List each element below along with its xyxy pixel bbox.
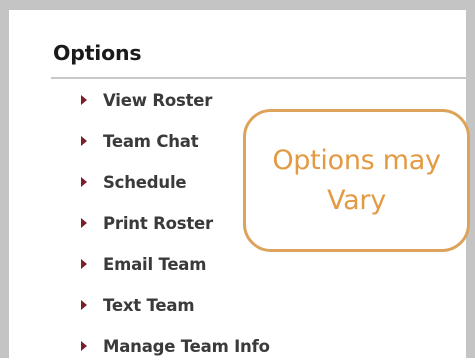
callout-text-line-1: Options may	[272, 144, 441, 176]
option-label[interactable]: Manage Team Info	[103, 337, 270, 356]
triangle-right-icon	[81, 177, 87, 187]
option-manage-team-info[interactable]: Manage Team Info	[81, 332, 270, 360]
triangle-right-icon	[81, 300, 87, 310]
options-may-vary-callout: Options may Vary	[243, 109, 470, 252]
triangle-right-icon	[81, 218, 87, 228]
options-heading: Options	[53, 41, 142, 65]
triangle-right-icon	[81, 259, 87, 269]
option-label[interactable]: Email Team	[103, 255, 206, 274]
option-print-roster[interactable]: Print Roster	[81, 209, 213, 237]
option-view-roster[interactable]: View Roster	[81, 86, 212, 114]
option-label[interactable]: Team Chat	[103, 132, 199, 151]
triangle-right-icon	[81, 136, 87, 146]
option-label[interactable]: Text Team	[103, 296, 195, 315]
option-label[interactable]: View Roster	[103, 91, 212, 110]
callout-text-line-2: Vary	[327, 184, 386, 216]
option-text-team[interactable]: Text Team	[81, 291, 195, 319]
option-label[interactable]: Print Roster	[103, 214, 213, 233]
triangle-right-icon	[81, 95, 87, 105]
heading-divider	[51, 77, 469, 79]
option-label[interactable]: Schedule	[103, 173, 187, 192]
option-email-team[interactable]: Email Team	[81, 250, 206, 278]
option-schedule[interactable]: Schedule	[81, 168, 187, 196]
option-team-chat[interactable]: Team Chat	[81, 127, 199, 155]
triangle-right-icon	[81, 341, 87, 351]
options-panel: Options View Roster Team Chat Schedule P…	[0, 0, 475, 358]
